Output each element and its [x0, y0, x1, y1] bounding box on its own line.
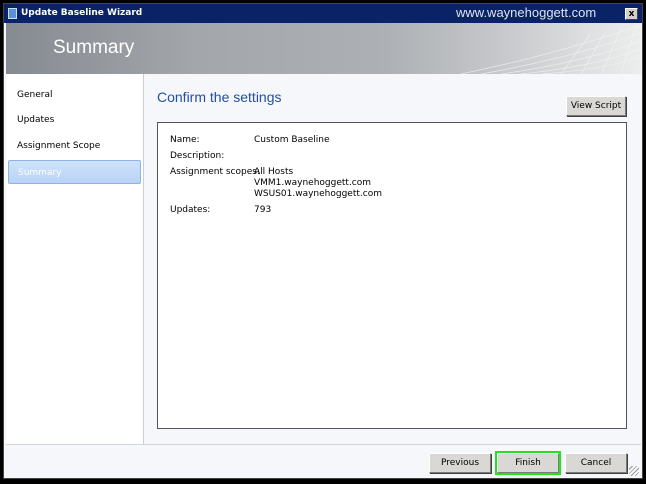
nav-item-summary[interactable]: Summary	[8, 160, 141, 184]
banner: Summary	[6, 23, 641, 74]
close-button[interactable]: x	[625, 8, 638, 20]
previous-button[interactable]: Previous	[429, 453, 491, 473]
updates-value: 793	[254, 205, 272, 215]
wizard-window: Update Baseline Wizard www.waynehoggett.…	[3, 3, 643, 479]
scopes-label: Assignment scopes:	[170, 167, 260, 177]
app-icon	[8, 8, 17, 19]
footer: Previous Finish Cancel	[6, 444, 641, 478]
updates-label: Updates:	[170, 205, 211, 215]
description-label: Description:	[170, 151, 225, 161]
page-heading: Confirm the settings	[157, 89, 282, 105]
nav-item-assignment-scope[interactable]: Assignment Scope	[8, 134, 141, 158]
nav-item-general[interactable]: General	[8, 83, 141, 107]
name-label: Name:	[170, 135, 200, 145]
banner-decoration-icon	[460, 24, 641, 74]
wizard-nav: General Updates Assignment Scope Summary	[6, 74, 144, 444]
resize-grip-icon[interactable]	[629, 466, 639, 476]
nav-item-updates[interactable]: Updates	[8, 108, 141, 132]
title-bar: Update Baseline Wizard www.waynehoggett.…	[4, 4, 642, 23]
scope-item: VMM1.waynehoggett.com	[254, 178, 372, 188]
window-title: Update Baseline Wizard	[21, 8, 143, 18]
watermark: www.waynehoggett.com	[456, 5, 597, 20]
scope-item: WSUS01.waynehoggett.com	[254, 189, 382, 199]
name-value: Custom Baseline	[254, 135, 330, 145]
finish-button[interactable]: Finish	[495, 451, 561, 475]
cancel-button[interactable]: Cancel	[565, 453, 627, 473]
scope-item: All Hosts	[254, 167, 294, 177]
settings-summary: Name: Custom Baseline Description: Assig…	[157, 122, 627, 429]
banner-title: Summary	[53, 37, 135, 58]
content-area: Confirm the settings View Script Name: C…	[145, 74, 641, 444]
view-script-button[interactable]: View Script	[566, 96, 626, 116]
